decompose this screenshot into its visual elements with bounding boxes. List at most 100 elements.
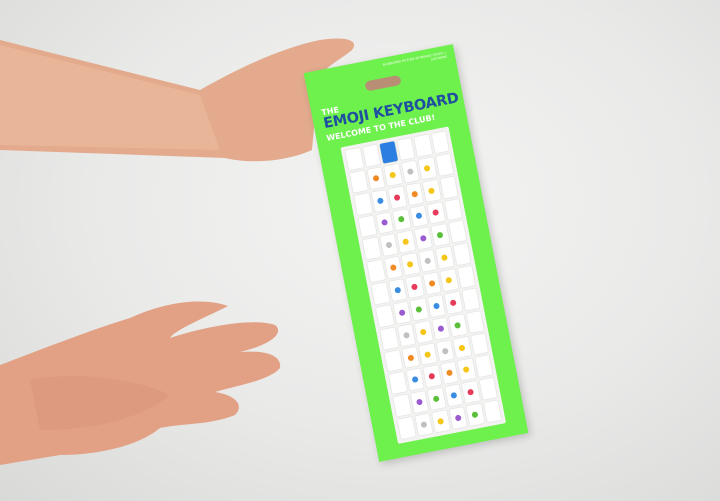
emoji-icon [393, 286, 402, 294]
key-sticker [371, 282, 390, 305]
key-sticker [379, 234, 398, 257]
emoji-icon [420, 421, 428, 429]
key-sticker [380, 327, 399, 350]
key-sticker [405, 182, 424, 205]
key-sticker [452, 243, 471, 266]
emoji-icon [402, 331, 410, 339]
emoji-icon [432, 209, 440, 217]
key-sticker [375, 211, 394, 235]
key-sticker [440, 362, 459, 385]
key-sticker [431, 317, 450, 340]
key-sticker [483, 400, 502, 423]
key-sticker [466, 403, 485, 426]
key-sticker [479, 377, 498, 401]
emoji-icon [393, 193, 401, 201]
emoji-icon [441, 254, 449, 262]
key-sticker [448, 220, 467, 244]
key-sticker [465, 310, 484, 333]
emoji-icon [415, 305, 423, 313]
key-sticker [440, 269, 459, 292]
key-sticker [423, 365, 442, 388]
emoji-icon [385, 241, 393, 249]
key-sticker [427, 387, 446, 411]
emoji-icon [398, 309, 406, 317]
emoji-icon [432, 302, 440, 310]
key-sticker [410, 391, 429, 414]
key-sticker [401, 253, 420, 276]
emoji-icon [436, 231, 444, 239]
emoji-icon [449, 299, 457, 307]
key-sticker [413, 134, 432, 157]
emoji-icon [471, 411, 479, 419]
key-sticker [397, 323, 416, 347]
key-sticker [444, 291, 463, 314]
key-sticker [431, 131, 450, 154]
key-sticker [388, 372, 407, 395]
key-sticker [418, 249, 437, 273]
emoji-icon [402, 238, 410, 246]
key-sticker [461, 381, 480, 404]
key-sticker [418, 156, 437, 180]
key-sticker [474, 355, 493, 378]
key-sticker [366, 166, 385, 190]
emoji-icon [411, 283, 419, 291]
key-sticker [384, 349, 403, 372]
emoji-icon [423, 164, 431, 172]
key-sticker [431, 410, 450, 433]
key-sticker [379, 141, 398, 164]
key-sticker [392, 208, 411, 231]
emoji-icon [406, 260, 414, 268]
emoji-icon [410, 190, 418, 198]
emoji-icon [376, 196, 384, 205]
key-sticker [388, 279, 407, 302]
key-sticker [362, 144, 381, 167]
key-sticker [405, 368, 424, 392]
emoji-icon [437, 324, 445, 332]
emoji-icon [437, 417, 445, 425]
emoji-icon [441, 347, 449, 355]
key-sticker [435, 153, 454, 176]
key-sticker [388, 186, 407, 209]
emoji-icon [419, 235, 427, 243]
emoji-icon [406, 167, 414, 175]
key-sticker [414, 413, 433, 436]
emoji-icon [407, 353, 415, 361]
upper-arm-and-hand [0, 38, 355, 162]
emoji-icon [428, 373, 436, 381]
key-sticker [439, 176, 458, 199]
photo-scene: BLUEBOARD PICTURE KEYBOARD STICKS + SOFT… [0, 0, 720, 501]
emoji-icon [380, 219, 388, 227]
key-sticker [384, 256, 403, 279]
key-sticker [414, 227, 433, 250]
key-sticker [366, 259, 385, 283]
key-sticker [431, 224, 450, 247]
emoji-icon [424, 350, 432, 358]
key-sticker [349, 170, 368, 193]
emoji-icon [432, 395, 440, 403]
key-sticker [401, 160, 420, 183]
key-sticker [453, 336, 472, 359]
key-sticker [409, 205, 428, 228]
key-sticker [470, 332, 489, 356]
key-sticker [362, 237, 381, 260]
emoji-icon [445, 276, 453, 284]
key-sticker [383, 163, 402, 186]
key-sticker [345, 147, 364, 171]
key-sticker [449, 406, 468, 430]
key-sticker [414, 320, 433, 343]
emoji-icon [415, 398, 423, 406]
key-sticker [461, 288, 480, 311]
emoji-icon [445, 369, 453, 377]
emoji-icon [389, 264, 397, 272]
key-sticker [396, 137, 415, 161]
emoji-icon [419, 328, 427, 336]
key-sticker [358, 215, 377, 238]
hang-hole [364, 74, 402, 92]
key-sticker [371, 189, 390, 212]
key-sticker [422, 272, 441, 295]
key-sticker [375, 304, 394, 328]
key-sticker [392, 301, 411, 324]
key-sticker [393, 394, 412, 417]
key-sticker [444, 198, 463, 221]
emoji-icon [454, 414, 462, 422]
